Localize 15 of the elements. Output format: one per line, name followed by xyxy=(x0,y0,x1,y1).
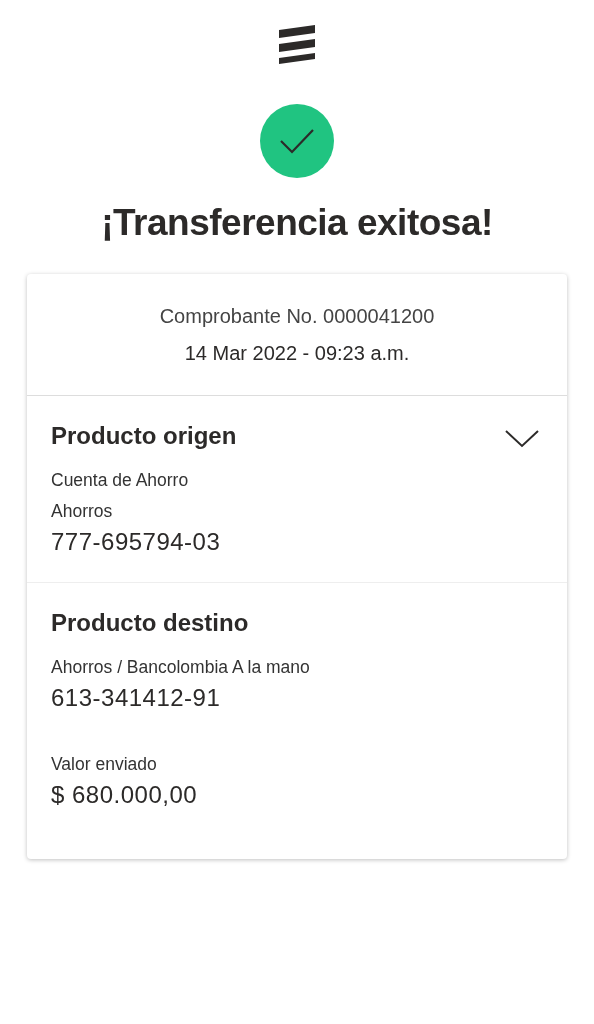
success-title: ¡Transferencia exitosa! xyxy=(101,202,493,244)
logo-icon xyxy=(276,24,318,64)
receipt-date: 14 Mar 2022 - 09:23 a.m. xyxy=(184,341,410,365)
field-label: Cuenta de Ahorro xyxy=(51,470,190,491)
chevron-icon[interactable] xyxy=(505,429,539,449)
field-value: 777-695794-03 xyxy=(51,528,222,556)
field-value: $ 680.000,00 xyxy=(51,781,199,809)
field-label: Ahorros xyxy=(51,501,114,522)
section-heading: Producto destino xyxy=(51,609,249,637)
field-label: Ahorros / Bancolombia A la mano xyxy=(51,657,311,678)
field-label: Valor enviado xyxy=(51,754,158,775)
receipt-number: Comprobante No. 0000041200 xyxy=(159,304,435,328)
checkmark-icon xyxy=(260,104,334,178)
section-heading: Producto origen xyxy=(51,422,237,450)
field-value: 613-341412-91 xyxy=(51,684,222,712)
